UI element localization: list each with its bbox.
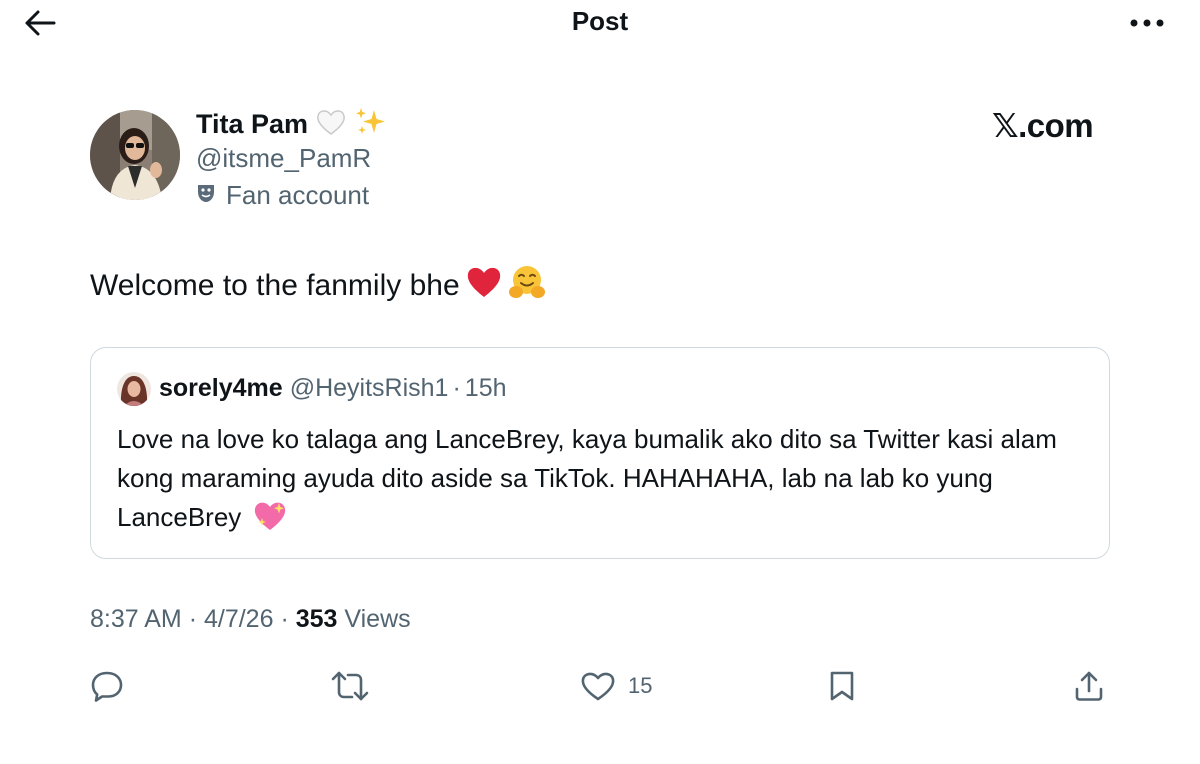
quoted-author-handle[interactable]: @HeyitsRish1 [290, 374, 449, 403]
red-heart-icon [466, 265, 502, 307]
quoted-author-avatar[interactable] [117, 372, 151, 406]
sparkles-icon [354, 106, 388, 143]
post-time[interactable]: 8:37 AM [90, 605, 182, 633]
meta-separator: · [188, 605, 198, 633]
repost-button[interactable] [330, 660, 370, 712]
author-display-name[interactable]: Tita Pam [196, 109, 308, 140]
author-name-row: Tita Pam [196, 106, 388, 143]
quoted-timestamp[interactable]: 15h [465, 374, 507, 403]
more-options-button[interactable] [1124, 8, 1170, 38]
brand-logo: 𝕏.com [992, 107, 1094, 144]
post-meta: 8:37 AM · 4/7/26 · 353 Views [90, 605, 411, 634]
more-dots-icon [1130, 19, 1164, 27]
views-count: 353 [295, 605, 338, 633]
author-handle[interactable]: @itsme_PamR [196, 143, 371, 174]
top-bar: Post [0, 0, 1200, 46]
account-label: Fan account [196, 180, 369, 211]
reply-icon [91, 671, 123, 702]
theater-mask-icon [196, 182, 216, 209]
reply-button[interactable] [90, 660, 124, 712]
post-date[interactable]: 4/7/26 [204, 605, 274, 633]
account-label-text: Fan account [226, 180, 370, 210]
views-label: Views [344, 605, 411, 633]
meta-separator: · [280, 605, 289, 633]
quoted-text: Love na love ko talaga ang LanceBrey, ka… [117, 420, 1097, 543]
bookmark-icon [830, 671, 854, 701]
like-count: 15 [628, 673, 653, 698]
heart-icon [581, 672, 615, 701]
page-title: Post [571, 6, 629, 36]
bookmark-button[interactable] [828, 660, 856, 712]
share-button[interactable] [1072, 660, 1106, 712]
quoted-separator: · [452, 374, 461, 402]
action-bar: 15 [0, 660, 1200, 712]
post-text-body: Welcome to the fanmily bhe [90, 269, 460, 302]
quoted-header: sorely4me @HeyitsRish1 · 15h [159, 374, 507, 403]
quoted-author-name[interactable]: sorely4me [159, 374, 283, 403]
repost-icon [331, 671, 369, 701]
sparkling-heart-icon [253, 500, 287, 543]
author-avatar[interactable] [90, 110, 180, 200]
white-heart-icon [316, 108, 346, 141]
post-text: Welcome to the fanmily bhe [90, 264, 546, 308]
like-button[interactable]: 15 [580, 660, 652, 712]
quoted-post[interactable]: sorely4me @HeyitsRish1 · 15h Love na lov… [90, 347, 1110, 559]
hugging-face-icon [508, 264, 546, 308]
share-icon [1075, 671, 1103, 701]
